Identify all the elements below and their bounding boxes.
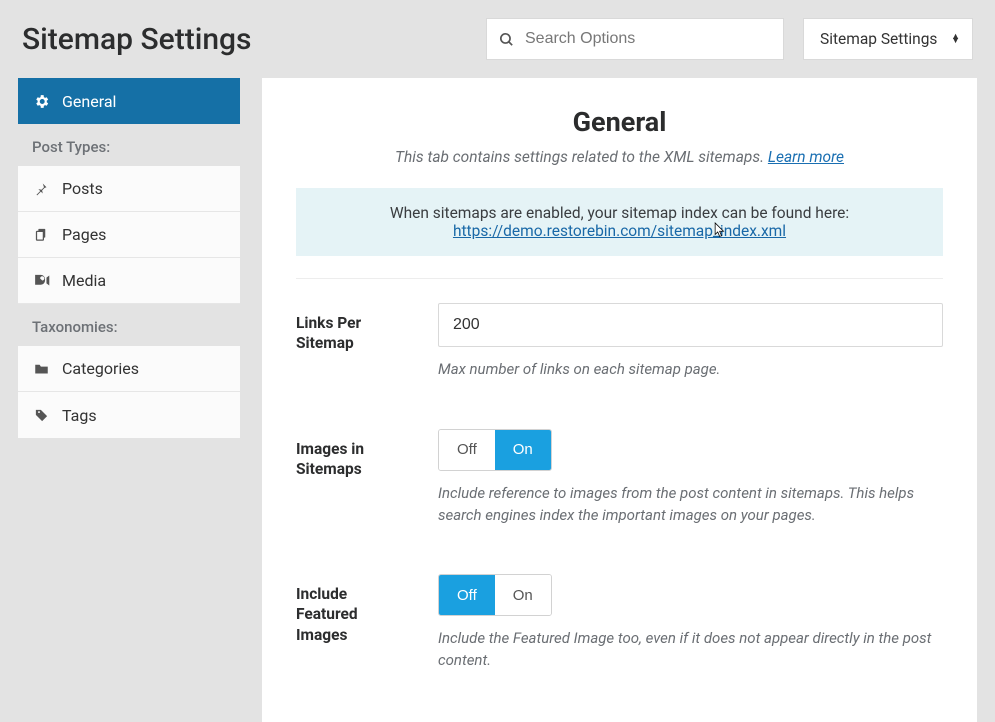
- toggle-off-button[interactable]: Off: [439, 430, 495, 470]
- sidebar-item-label: Tags: [62, 406, 97, 425]
- field-label: Images in Sitemaps: [296, 429, 408, 479]
- field-links-per-sitemap: Links Per Sitemap Max number of links on…: [296, 303, 943, 381]
- panel-subtitle: This tab contains settings related to th…: [296, 148, 943, 166]
- sidebar-heading-taxonomies: Taxonomies:: [18, 304, 240, 346]
- sidebar-item-label: Categories: [62, 359, 139, 378]
- breadcrumb-value: Sitemap Settings: [820, 30, 937, 48]
- sidebar-heading-post-types: Post Types:: [18, 124, 240, 166]
- sidebar-item-posts[interactable]: Posts: [18, 166, 240, 212]
- field-help: Max number of links on each sitemap page…: [438, 359, 943, 381]
- toggle-on-button[interactable]: On: [495, 430, 551, 470]
- links-per-sitemap-input[interactable]: [438, 303, 943, 347]
- field-help: Include reference to images from the pos…: [438, 483, 943, 527]
- field-label: Links Per Sitemap: [296, 303, 408, 353]
- search-icon: [487, 31, 525, 48]
- copy-icon: [32, 227, 50, 242]
- sidebar-item-label: Pages: [62, 225, 106, 244]
- main-panel: General This tab contains settings relat…: [262, 78, 977, 722]
- chevron-updown-icon: ▲▼: [951, 35, 960, 43]
- divider: [296, 278, 943, 279]
- field-images-in-sitemaps: Images in Sitemaps Off On Include refere…: [296, 429, 943, 527]
- toggle-on-button[interactable]: On: [495, 575, 551, 615]
- pin-icon: [32, 181, 50, 196]
- folder-icon: [32, 362, 50, 375]
- sidebar-item-media[interactable]: Media: [18, 258, 240, 304]
- search-input[interactable]: [525, 30, 783, 48]
- field-label: Include Featured Images: [296, 574, 408, 644]
- sidebar-item-tags[interactable]: Tags: [18, 392, 240, 438]
- sitemap-notice: When sitemaps are enabled, your sitemap …: [296, 188, 943, 256]
- search-box[interactable]: [486, 18, 784, 60]
- learn-more-link[interactable]: Learn more: [768, 148, 844, 166]
- header: Sitemap Settings Sitemap Settings ▲▼: [0, 0, 995, 78]
- sitemap-index-link[interactable]: https://demo.restorebin.com/sitemap_inde…: [453, 222, 786, 240]
- sidebar-item-label: Posts: [62, 179, 103, 198]
- sidebar-item-categories[interactable]: Categories: [18, 346, 240, 392]
- breadcrumb-select[interactable]: Sitemap Settings ▲▼: [803, 18, 973, 60]
- sidebar: General Post Types: Posts Pages Media Ta…: [18, 78, 240, 722]
- panel-title: General: [296, 106, 943, 138]
- sidebar-item-label: Media: [62, 271, 106, 290]
- notice-text: When sitemaps are enabled, your sitemap …: [390, 204, 849, 222]
- gear-icon: [32, 93, 50, 110]
- images-in-sitemaps-toggle[interactable]: Off On: [438, 429, 552, 471]
- sidebar-item-label: General: [62, 92, 116, 111]
- field-help: Include the Featured Image too, even if …: [438, 628, 943, 672]
- media-icon: [32, 273, 50, 288]
- field-include-featured: Include Featured Images Off On Include t…: [296, 574, 943, 672]
- page-title: Sitemap Settings: [22, 22, 252, 57]
- sidebar-item-pages[interactable]: Pages: [18, 212, 240, 258]
- tag-icon: [32, 408, 50, 423]
- sidebar-item-general[interactable]: General: [18, 78, 240, 124]
- include-featured-toggle[interactable]: Off On: [438, 574, 552, 616]
- toggle-off-button[interactable]: Off: [439, 575, 495, 615]
